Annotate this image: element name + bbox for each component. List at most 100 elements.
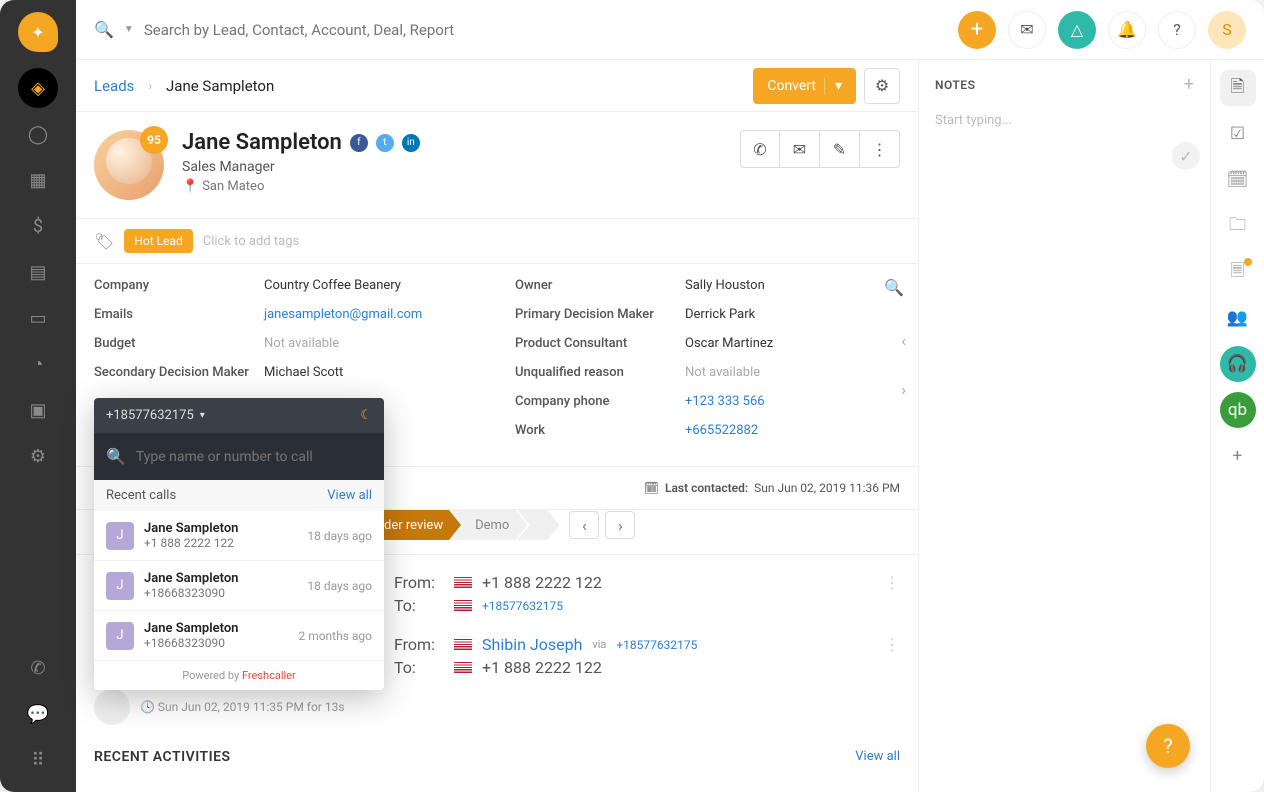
caller-number[interactable]: +18577632175 [106,408,194,423]
field-value: Country Coffee Beanery [264,278,401,293]
facebook-icon[interactable]: f [350,134,368,152]
search-details-icon[interactable]: 🔍 [884,278,904,297]
stage-chip[interactable]: Demo [451,510,527,540]
recent-calls-label: Recent calls [106,488,176,503]
last-contacted-label: Last contacted: [665,481,748,495]
nav-leads[interactable]: ◈ [18,68,58,108]
mail-icon[interactable]: ✉ [1008,11,1046,49]
notes-panel: NOTES + Start typing... ✓ [918,60,1210,792]
from-label: From: [394,573,444,592]
lead-avatar: 95 [94,130,164,200]
more-icon[interactable]: ⋮ [884,635,900,681]
nav-accounts[interactable]: ▦ [18,160,58,200]
edit-icon[interactable]: ✎ [820,130,860,168]
lead-score: 95 [140,126,168,154]
moon-icon[interactable]: ☾ [360,408,372,423]
call-icon[interactable]: ✆ [740,130,780,168]
field-value: Not available [264,336,339,351]
rail-add-icon[interactable]: + [1220,438,1256,474]
call-list-item[interactable]: J Jane Sampleton+18668323090 18 days ago [94,561,384,611]
more-icon[interactable]: ⋮ [860,130,900,168]
field-label: Product Consultant [515,336,685,351]
top-bar: 🔍 ▼ + ✉ △ 🔔 ? S [76,0,1264,60]
nav-chat[interactable]: 💬 [18,694,58,734]
field-label: Owner [515,278,685,293]
email-link[interactable]: janesampleton@gmail.com [264,307,422,322]
email-icon[interactable]: ✉ [780,130,820,168]
side-nav: ✦ ◈ ◯ ▦ $ ▤ ▭ ◔ ▣ ⚙ ✆ 💬 ⠿ [0,0,76,792]
rail-quickbooks-icon[interactable]: qb [1220,392,1256,428]
from-number[interactable]: +18577632175 [616,638,697,652]
rail-tasks-icon[interactable]: ☑ [1220,116,1256,152]
from-label: From: [394,635,444,654]
marketplace-icon[interactable]: △ [1058,11,1096,49]
add-button[interactable]: + [958,11,996,49]
notes-input[interactable]: Start typing... [919,109,1210,132]
from-name[interactable]: Shibin Joseph [482,635,582,654]
caller-popup: +18577632175 ▾ ☾ 🔍 Recent calls View all… [94,398,384,690]
caller-search-input[interactable] [136,449,372,465]
nav-deals[interactable]: $ [18,206,58,246]
rail-files-icon[interactable]: 🗀 [1220,208,1256,244]
nav-conversations[interactable]: ▤ [18,252,58,292]
more-icon[interactable]: ⋮ [884,573,900,619]
help-fab[interactable]: ? [1146,724,1190,768]
view-all-link[interactable]: View all [855,749,900,765]
field-value: Not available [685,365,760,380]
phone-link[interactable]: +665522882 [685,423,758,438]
stage-next[interactable]: › [605,511,635,539]
search-icon: 🔍 [106,447,126,466]
field-value: Derrick Park [685,307,755,322]
search-icon[interactable]: 🔍 [94,20,114,39]
breadcrumb-root[interactable]: Leads [94,77,134,95]
lead-title: Sales Manager [182,159,420,175]
search-dropdown-icon[interactable]: ▼ [124,24,134,35]
profile-avatar[interactable]: S [1208,11,1246,49]
field-value: Michael Scott [264,365,343,380]
phone-link[interactable]: +123 333 566 [685,394,765,409]
gear-icon[interactable]: ⚙ [864,68,900,104]
call-avatar: J [106,572,134,600]
nav-settings[interactable]: ⚙ [18,436,58,476]
nav-dashboard[interactable]: ▣ [18,390,58,430]
chevron-right-icon[interactable]: › [901,380,906,399]
nav-apps[interactable]: ⠿ [18,740,58,780]
convert-button[interactable]: Convert ▾ [753,68,856,104]
nav-calendar[interactable]: ▭ [18,298,58,338]
call-list-item[interactable]: J Jane Sampleton+18668323090 2 months ag… [94,611,384,661]
freshcaller-link[interactable]: Freshcaller [242,669,296,682]
view-all-calls-link[interactable]: View all [327,488,372,503]
chevron-down-icon[interactable]: ▾ [824,78,842,94]
rail-team-icon[interactable]: 👥 [1220,300,1256,336]
chevron-right-icon: › [148,79,152,93]
right-rail: 🗎 ☑ 🗓 🗀 🗏 👥 🎧 qb + [1210,60,1264,792]
app-logo: ✦ [18,12,58,52]
global-search-input[interactable] [144,21,504,39]
help-icon[interactable]: ? [1158,11,1196,49]
call-list-item[interactable]: J Jane Sampleton+1 888 2222 122 18 days … [94,511,384,561]
from-number: +1 888 2222 122 [482,573,602,592]
field-label: Company phone [515,394,685,409]
chevron-left-icon[interactable]: ‹ [901,331,906,350]
nav-contacts[interactable]: ◯ [18,114,58,154]
rail-activity-icon[interactable]: 🗏 [1220,254,1256,290]
add-note-icon[interactable]: + [1184,74,1194,95]
rail-calendar-icon[interactable]: 🗓 [1220,162,1256,198]
stage-prev[interactable]: ‹ [569,511,599,539]
twitter-icon[interactable]: t [376,134,394,152]
bell-icon[interactable]: 🔔 [1108,11,1146,49]
chevron-down-icon[interactable]: ▾ [200,410,205,421]
call-avatar: J [106,622,134,650]
to-number: +1 888 2222 122 [482,658,602,677]
hot-lead-tag[interactable]: Hot Lead [124,229,192,253]
nav-reports[interactable]: ◔ [18,344,58,384]
field-label: Secondary Decision Maker [94,365,264,380]
rail-notes-icon[interactable]: 🗎 [1220,70,1256,106]
linkedin-icon[interactable]: in [402,134,420,152]
rail-headset-icon[interactable]: 🎧 [1220,346,1256,382]
add-tag-hint[interactable]: Click to add tags [203,234,299,249]
check-icon[interactable]: ✓ [1172,142,1200,170]
nav-phone[interactable]: ✆ [18,648,58,688]
notes-title: NOTES [935,78,975,92]
to-number[interactable]: +18577632175 [482,599,563,613]
